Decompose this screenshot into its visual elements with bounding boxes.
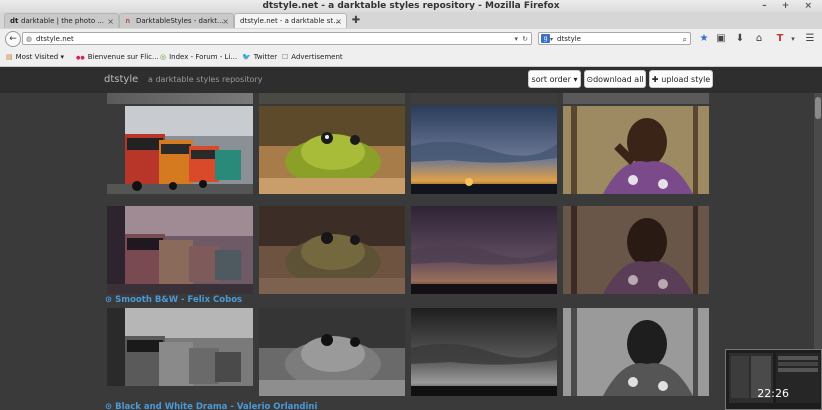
thumbnail-girl[interactable] [563,106,709,194]
style-title: Black and White Drama - Valerio Orlandin… [115,402,318,410]
sunset-photo [411,106,557,194]
buses-bw-photo [107,308,253,396]
darktable-icon: dt [10,17,19,25]
plus-icon: ✚ [651,75,662,84]
search-engine-dropdown-icon[interactable]: ▾ [550,33,553,46]
back-button[interactable]: ← [5,31,21,47]
bookmark-most-visited[interactable]: ▤ Most Visited ▾ [6,49,64,66]
tab-label: DarktableStyles - darkt... [136,17,224,25]
bookmark-label: Bienvenue sur Flic... [87,53,159,61]
new-tab-button[interactable]: ✚ [349,13,363,28]
nav-bar: ← ◍ dtstyle.net ▾ ↻ g ▾ dtstyle ⌕ ★ ▣ ⬇ … [0,29,822,50]
site-header: dtstyle a darktable styles repository so… [0,67,822,93]
bookmark-label: Index - Forum - Li... [169,53,238,61]
addon-t-icon[interactable]: T [773,32,787,46]
upload-style-label: upload style [661,75,711,84]
bookmark-flickr[interactable]: ●● Bienvenue sur Flic... [76,49,159,66]
frog-bw-photo [259,308,405,396]
upload-style-button[interactable]: ✚ upload style [649,70,713,88]
girl-bw-photo [563,308,709,396]
site-brand[interactable]: dtstyle [104,74,138,85]
bookmark-label: Twitter [253,53,278,61]
tab-label: dtstyle.net - a darktable st... [240,17,340,25]
desktop-thumbnail [729,353,820,403]
thumbnail-buses[interactable] [107,106,253,194]
window-controls[interactable]: – + × [762,0,818,12]
thumbnail-frog-styled[interactable] [259,206,405,294]
reload-icon[interactable]: ↻ [522,33,528,46]
sort-order-button[interactable]: sort order ▾ [528,70,581,88]
sunset-bw-photo [411,308,557,396]
girl-styled-photo [563,206,709,294]
globe-icon: ◍ [26,35,33,43]
window-title: dtstyle.net - a darktable styles reposit… [262,1,560,11]
folder-icon: ▤ [6,53,13,61]
info-circle-icon: ⊙ [105,295,116,305]
close-tab-icon[interactable]: × [222,14,229,28]
forum-icon: ◎ [160,53,167,61]
close-tab-icon[interactable]: × [335,14,342,28]
bookmark-forum[interactable]: ◎ Index - Forum - Li... [160,49,237,66]
bookmark-star-icon[interactable]: ★ [697,32,711,46]
bookmark-label: Most Visited ▾ [15,53,64,61]
dropdown-icon[interactable]: ▾ [514,33,518,46]
gallery-thumbnail[interactable] [411,93,557,104]
thumbnail-buses-styled[interactable] [107,206,253,294]
buses-styled-photo [107,206,253,294]
info-circle-icon: ⊙ [105,402,116,410]
style-title-link[interactable]: ⊙ Smooth B&W - Felix Cobos [105,295,242,305]
window-titlebar: dtstyle.net - a darktable styles reposit… [0,0,822,12]
tab-dtstyle[interactable]: dtstyle.net - a darktable st... × [234,13,347,28]
thumbnail-frog-bw[interactable] [259,308,405,396]
tab-bar: dt darktable | the photo ... × ∩ Darktable… [0,12,822,30]
style-title-link[interactable]: ⊙ Black and White Drama - Valerio Orland… [105,402,317,410]
thumbnail-girl-bw[interactable] [563,308,709,396]
flickr-icon: ●● [76,55,85,61]
download-all-button[interactable]: ⊙download all [584,70,646,88]
thumbnail-sunset-bw[interactable] [411,308,557,396]
desktop-preview: 22:26 [725,349,822,410]
menu-icon[interactable]: ☰ [803,32,817,46]
arch-icon: ∩ [125,17,131,25]
gallery-thumbnail[interactable] [563,93,709,104]
close-tab-icon[interactable]: × [107,14,114,28]
search-text: dtstyle [557,35,581,43]
clock: 22:26 [757,387,789,400]
twitter-icon: 🐦 [242,53,251,61]
tab-darktable[interactable]: dt darktable | the photo ... × [4,13,119,28]
scrollbar-thumb[interactable] [815,97,821,119]
home-icon[interactable]: ⌂ [752,32,766,46]
tab-label: darktable | the photo ... [21,17,105,25]
url-text: dtstyle.net [36,35,74,43]
page-icon: ☐ [282,53,289,61]
thumbnail-girl-styled[interactable] [563,206,709,294]
frog-photo [259,106,405,194]
clipboard-icon[interactable]: ▣ [714,32,728,46]
style-title: Smooth B&W - Felix Cobos [115,295,243,305]
style-gallery: ⊙ Smooth B&W - Felix Cobos ⊙ Black and W… [0,93,822,410]
bookmark-twitter[interactable]: 🐦 Twitter [242,49,277,66]
buses-photo [107,106,253,194]
bookmark-label: Advertisement [291,53,343,61]
thumbnail-sunset[interactable] [411,106,557,194]
url-bar[interactable]: ◍ dtstyle.net ▾ ↻ [22,32,532,45]
search-bar[interactable]: g ▾ dtstyle ⌕ [538,32,691,45]
search-engine-icon[interactable]: g [541,34,550,43]
thumbnail-buses-bw[interactable] [107,308,253,396]
girl-photo [563,106,709,194]
gallery-thumbnail[interactable] [107,93,253,104]
tab-darktablestyles[interactable]: ∩ DarktableStyles - darkt... × [119,13,234,28]
addon-dropdown-icon[interactable]: ▾ [786,32,800,46]
thumbnail-sunset-styled[interactable] [411,206,557,294]
download-all-label: download all [593,75,644,84]
download-icon[interactable]: ⬇ [733,32,747,46]
frog-styled-photo [259,206,405,294]
sunset-styled-photo [411,206,557,294]
gallery-thumbnail[interactable] [259,93,405,104]
search-icon[interactable]: ⌕ [683,33,687,46]
bookmark-advertisement[interactable]: ☐ Advertisement [282,49,343,66]
bookmarks-bar: ▤ Most Visited ▾ ●● Bienvenue sur Flic... … [0,49,822,67]
thumbnail-frog[interactable] [259,106,405,194]
site-tagline: a darktable styles repository [148,75,263,84]
